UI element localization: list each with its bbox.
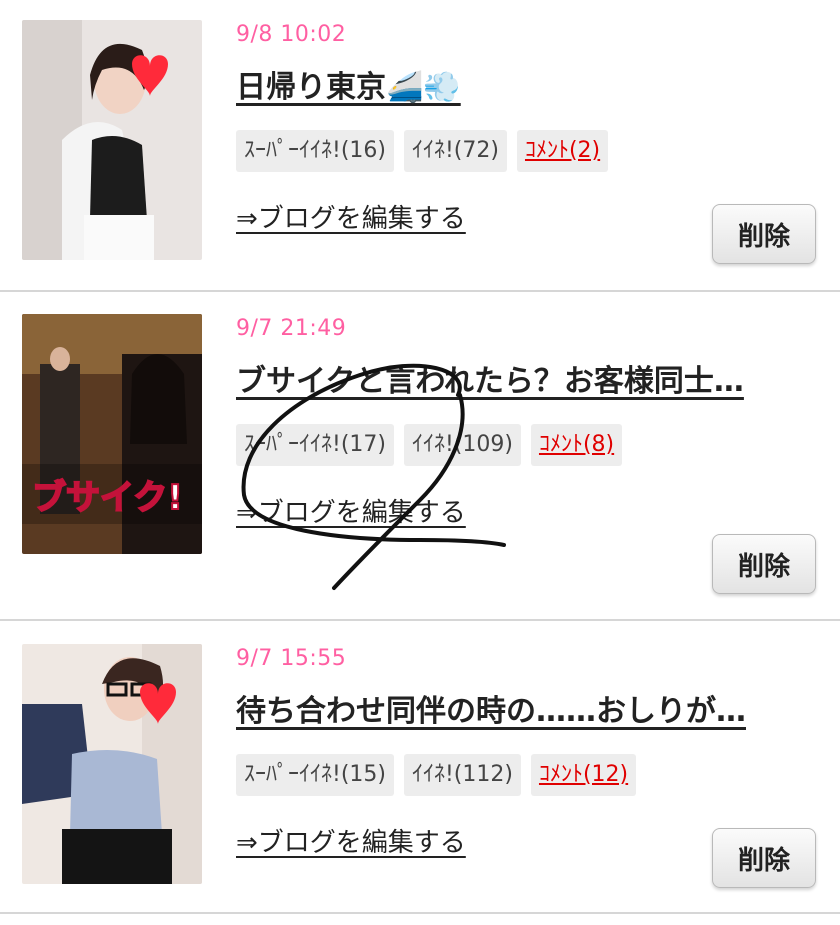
- blog-entry-2: ブサイク! 9/7 21:49 ブサイクと言われたら？お客様同士… ｽｰﾊﾟｰｲ…: [0, 294, 840, 594]
- super-like-count: ｽｰﾊﾟｰｲｲﾈ!(16): [236, 130, 394, 172]
- reaction-badges: ｽｰﾊﾟｰｲｲﾈ!(16) ｲｲﾈ!(72) ｺﾒﾝﾄ(2): [236, 130, 609, 172]
- super-like-count: ｽｰﾊﾟｰｲｲﾈ!(15): [236, 754, 394, 796]
- edit-blog-link[interactable]: ⇒ブログを編集する: [236, 822, 466, 859]
- comment-link[interactable]: ｺﾒﾝﾄ(8): [530, 424, 623, 466]
- delete-button[interactable]: 削除: [712, 828, 816, 888]
- blog-entry-3: 9/7 15:55 待ち合わせ同伴の時の……おしりが… ｽｰﾊﾟｰｲｲﾈ!(15…: [0, 624, 840, 914]
- comment-link[interactable]: ｺﾒﾝﾄ(12): [530, 754, 637, 796]
- entry-divider: [0, 619, 840, 621]
- reaction-badges: ｽｰﾊﾟｰｲｲﾈ!(15) ｲｲﾈ!(112) ｺﾒﾝﾄ(12): [236, 754, 637, 796]
- like-count: ｲｲﾈ!(109): [403, 424, 521, 466]
- reaction-badges: ｽｰﾊﾟｰｲｲﾈ!(17) ｲｲﾈ!(109) ｺﾒﾝﾄ(8): [236, 424, 623, 466]
- comment-link[interactable]: ｺﾒﾝﾄ(2): [516, 130, 609, 172]
- entry-divider: [0, 912, 840, 914]
- blog-thumbnail-2[interactable]: ブサイク!: [22, 314, 202, 554]
- post-date: 9/7 15:55: [236, 646, 347, 671]
- post-title[interactable]: 日帰り東京🚄💨: [236, 62, 816, 106]
- thumb-overlay-text: ブサイク!: [32, 478, 183, 518]
- super-like-count: ｽｰﾊﾟｰｲｲﾈ!(17): [236, 424, 394, 466]
- edit-blog-link[interactable]: ⇒ブログを編集する: [236, 198, 466, 235]
- delete-button[interactable]: 削除: [712, 534, 816, 594]
- post-date: 9/8 10:02: [236, 22, 347, 47]
- blog-entry-1: 9/8 10:02 日帰り東京🚄💨 ｽｰﾊﾟｰｲｲﾈ!(16) ｲｲﾈ!(72)…: [0, 0, 840, 290]
- edit-blog-link[interactable]: ⇒ブログを編集する: [236, 492, 466, 529]
- like-count: ｲｲﾈ!(72): [403, 130, 507, 172]
- post-date: 9/7 21:49: [236, 316, 347, 341]
- entry-divider: [0, 290, 840, 292]
- delete-button[interactable]: 削除: [712, 204, 816, 264]
- blog-thumbnail-1[interactable]: [22, 20, 202, 260]
- post-title[interactable]: 待ち合わせ同伴の時の……おしりが…: [236, 686, 816, 730]
- like-count: ｲｲﾈ!(112): [403, 754, 521, 796]
- blog-thumbnail-3[interactable]: [22, 644, 202, 884]
- post-title[interactable]: ブサイクと言われたら？お客様同士…: [236, 356, 816, 400]
